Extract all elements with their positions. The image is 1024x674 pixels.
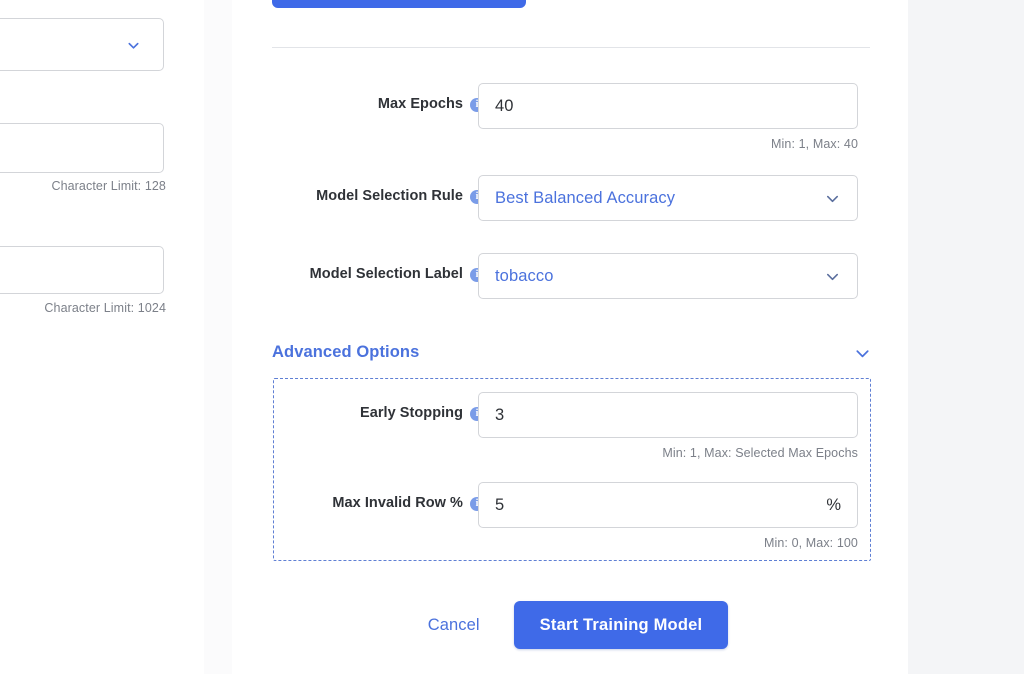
page-background-right [908,0,1024,674]
section-divider [272,47,870,48]
chevron-down-icon [853,344,870,361]
chevron-down-icon [126,38,141,53]
max-invalid-row-input[interactable]: 5 % [478,482,858,528]
training-config-modal: Max Epochs i 40 Min: 1, Max: 40 Model Se… [232,0,908,674]
background-dropdown[interactable] [0,18,164,71]
modal-backdrop-gap [204,0,232,674]
early-stopping-value: 3 [495,405,505,424]
model-selection-label-label: Model Selection Label [309,266,463,282]
cancel-button[interactable]: Cancel [412,606,496,645]
max-invalid-row-value: 5 [495,495,505,514]
max-epochs-label: Max Epochs [377,96,463,112]
early-stopping-input[interactable]: 3 [478,392,858,438]
max-epochs-input[interactable]: 40 [478,83,858,129]
model-selection-label-value: tobacco [495,266,554,285]
scrolled-off-button[interactable] [272,0,526,8]
background-page: Character Limit: 128 Character Limit: 10… [0,0,204,674]
max-epochs-value: 40 [495,96,514,115]
percent-suffix: % [826,495,841,514]
model-selection-rule-label: Model Selection Rule [316,188,463,204]
model-selection-label-select[interactable]: tobacco [478,253,858,299]
background-name-hint: Character Limit: 128 [51,179,166,193]
model-selection-rule-value: Best Balanced Accuracy [495,188,676,207]
background-name-input[interactable] [0,123,164,173]
model-selection-rule-label-group: Model Selection Rule i [316,188,484,204]
model-selection-label-label-group: Model Selection Label i [310,266,484,282]
modal-footer: Cancel Start Training Model [232,601,908,649]
chevron-down-icon [824,268,841,285]
background-description-hint: Character Limit: 1024 [44,301,166,315]
start-training-model-button[interactable]: Start Training Model [513,601,729,649]
max-epochs-label-group: Max Epochs i [378,96,484,112]
advanced-options-title: Advanced Options [272,342,420,361]
app-root: Character Limit: 128 Character Limit: 10… [0,0,1024,674]
advanced-options-toggle[interactable]: Advanced Options [272,338,870,366]
chevron-down-icon [824,190,841,207]
max-epochs-hint: Min: 1, Max: 40 [771,137,858,151]
background-description-input[interactable] [0,246,164,294]
model-selection-rule-select[interactable]: Best Balanced Accuracy [478,175,858,221]
